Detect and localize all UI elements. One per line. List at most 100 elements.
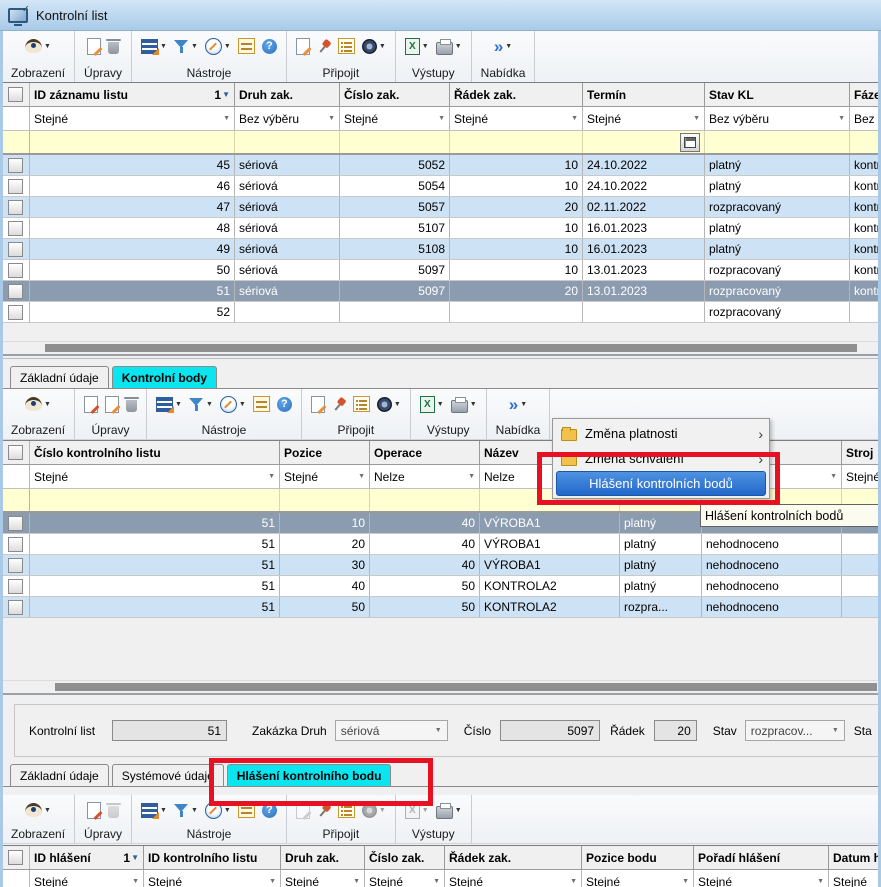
export-excel-button[interactable]: X▼ bbox=[420, 396, 444, 413]
print-button[interactable]: ▼ bbox=[436, 38, 462, 55]
horizontal-scrollbar[interactable] bbox=[2, 680, 879, 693]
tab-hlaseni-kontrolniho-bodu[interactable]: Hlášení kontrolního bodu bbox=[227, 764, 392, 786]
cislo-field[interactable]: 5097 bbox=[500, 720, 600, 741]
column-header[interactable]: ID záznamu listu1▼ bbox=[30, 83, 235, 106]
row-checkbox[interactable] bbox=[2, 218, 30, 238]
filter-dropdown[interactable]: Stejné▼ bbox=[281, 870, 365, 887]
new-record-button[interactable] bbox=[87, 802, 101, 819]
select-all-checkbox[interactable] bbox=[2, 83, 30, 106]
filter-button[interactable]: ▼ bbox=[174, 803, 198, 818]
column-header[interactable]: Pozice bbox=[280, 441, 370, 464]
search-input[interactable] bbox=[340, 131, 450, 153]
search-input[interactable] bbox=[705, 131, 850, 153]
filter-dropdown[interactable]: Bez výběru▼ bbox=[705, 107, 850, 130]
filter-dropdown[interactable]: Stejné▼ bbox=[583, 107, 705, 130]
filter-dropdown[interactable]: Stejné bbox=[842, 465, 879, 488]
table-row[interactable]: 47 sériová 5057 20 02.11.2022 rozpracova… bbox=[2, 197, 879, 218]
table-settings-button[interactable]: ▼ bbox=[156, 397, 182, 412]
search-input[interactable] bbox=[583, 131, 705, 153]
radek-field[interactable]: 20 bbox=[654, 720, 697, 741]
row-checkbox[interactable] bbox=[2, 260, 30, 280]
filter-dropdown[interactable]: Stejné▼ bbox=[365, 870, 445, 887]
pin-button[interactable] bbox=[317, 39, 331, 53]
scrollbar-thumb[interactable] bbox=[45, 344, 857, 352]
table-row[interactable]: 48 sériová 5107 10 16.01.2023 platný kon… bbox=[2, 218, 879, 239]
column-header[interactable]: Druh zak. bbox=[281, 846, 365, 869]
search-input[interactable] bbox=[450, 131, 583, 153]
filter-dropdown[interactable]: Nelze▼ bbox=[370, 465, 480, 488]
column-header[interactable]: Operace bbox=[370, 441, 480, 464]
column-header[interactable]: Fáze bbox=[850, 83, 879, 106]
pin-button[interactable] bbox=[332, 397, 346, 411]
search-input[interactable] bbox=[30, 489, 280, 511]
select-all-checkbox[interactable] bbox=[2, 846, 30, 869]
navigate-button[interactable]: ▼ bbox=[220, 396, 246, 413]
filter-dropdown[interactable]: Stejné▼ bbox=[340, 107, 450, 130]
search-input[interactable] bbox=[235, 131, 340, 153]
edit-record-button[interactable] bbox=[105, 396, 119, 413]
print-button[interactable]: ▼ bbox=[451, 396, 477, 413]
table-settings-button[interactable]: ▼ bbox=[141, 39, 167, 54]
delete-record-button-disabled[interactable] bbox=[108, 803, 119, 818]
filter-dropdown[interactable]: Stejné▼ bbox=[280, 465, 370, 488]
row-checkbox[interactable] bbox=[2, 155, 30, 175]
row-checkbox[interactable] bbox=[2, 576, 30, 596]
column-header[interactable]: Číslo kontrolního listu bbox=[30, 441, 280, 464]
navigate-button[interactable]: ▼ bbox=[205, 802, 231, 819]
column-header[interactable]: Řádek zak. bbox=[445, 846, 582, 869]
zakazka-druh-combo[interactable]: sériová▼ bbox=[335, 720, 448, 741]
row-checkbox[interactable] bbox=[2, 534, 30, 554]
menu-button[interactable]: »▼ bbox=[494, 39, 512, 54]
table-row[interactable]: 51 30 40 VÝROBA1 platný nehodnoceno bbox=[2, 555, 879, 576]
navigate-button[interactable]: ▼ bbox=[205, 38, 231, 55]
help-button[interactable]: ? bbox=[277, 397, 292, 412]
parameters-button[interactable] bbox=[238, 38, 255, 54]
row-checkbox[interactable] bbox=[2, 176, 30, 196]
row-checkbox[interactable] bbox=[2, 239, 30, 259]
view-button[interactable]: ▼ bbox=[25, 39, 51, 53]
filter-dropdown[interactable]: Stejné▼ bbox=[30, 107, 235, 130]
filter-dropdown[interactable]: Bez výběru▼ bbox=[235, 107, 340, 130]
filter-dropdown[interactable]: Stejné▼ bbox=[694, 870, 829, 887]
horizontal-scrollbar[interactable] bbox=[2, 341, 879, 354]
column-header[interactable]: Pozice bodu bbox=[582, 846, 694, 869]
table-row[interactable]: 52 rozpracovaný bbox=[2, 302, 879, 323]
search-input[interactable] bbox=[30, 131, 235, 153]
edit-record-button[interactable] bbox=[87, 38, 101, 55]
calendar-button[interactable] bbox=[680, 133, 700, 152]
attach-note-button[interactable] bbox=[296, 38, 310, 55]
row-checkbox[interactable] bbox=[2, 555, 30, 575]
view-button[interactable]: ▼ bbox=[25, 803, 51, 817]
column-header[interactable]: Stroj bbox=[842, 441, 879, 464]
table-row[interactable]: 50 sériová 5097 10 13.01.2023 rozpracova… bbox=[2, 260, 879, 281]
table-row-selected[interactable]: 51 sériová 5097 20 13.01.2023 rozpracova… bbox=[2, 281, 879, 302]
pin-button[interactable] bbox=[317, 803, 331, 817]
column-header[interactable]: Datum hláš bbox=[829, 846, 879, 869]
column-header[interactable]: Číslo zak. bbox=[365, 846, 445, 869]
media-button[interactable]: ▼ bbox=[362, 39, 386, 54]
tab-systemove-udaje[interactable]: Systémové údaje bbox=[112, 764, 224, 786]
menu-item-hlaseni-kontrolnich-bodu[interactable]: Hlášení kontrolních bodů bbox=[556, 471, 766, 496]
table-row[interactable]: 45 sériová 5052 10 24.10.2022 platný kon… bbox=[2, 155, 879, 176]
filter-dropdown[interactable]: Stejné▼ bbox=[144, 870, 281, 887]
attach-note-button[interactable] bbox=[311, 396, 325, 413]
filter-dropdown[interactable]: Stejné bbox=[829, 870, 879, 887]
checklist-button[interactable] bbox=[353, 396, 370, 412]
table-row[interactable]: 51 40 50 KONTROLA2 platný nehodnoceno bbox=[2, 576, 879, 597]
table-row[interactable]: 46 sériová 5054 10 24.10.2022 platný kon… bbox=[2, 176, 879, 197]
menu-item-zmena-schvaleni[interactable]: Změna schválení › bbox=[553, 446, 769, 471]
help-button[interactable]: ? bbox=[262, 39, 277, 54]
menu-button-open[interactable]: »▼ bbox=[509, 397, 527, 412]
column-header[interactable]: Stav KL bbox=[705, 83, 850, 106]
parameters-button[interactable] bbox=[253, 396, 270, 412]
table-settings-button[interactable]: ▼ bbox=[141, 803, 167, 818]
search-input[interactable] bbox=[850, 131, 879, 153]
media-button-disabled[interactable]: ▼ bbox=[362, 803, 386, 818]
menu-item-zmena-platnosti[interactable]: Změna platnosti › bbox=[553, 421, 769, 446]
filter-button[interactable]: ▼ bbox=[189, 397, 213, 412]
table-row[interactable]: 49 sériová 5108 10 16.01.2023 platný kon… bbox=[2, 239, 879, 260]
tab-zakladni-udaje[interactable]: Základní údaje bbox=[10, 366, 109, 388]
filter-dropdown[interactable]: Stejné▼ bbox=[445, 870, 582, 887]
table-row[interactable]: 51 50 50 KONTROLA2 rozpra... nehodnoceno bbox=[2, 597, 879, 618]
new-record-button[interactable] bbox=[84, 396, 98, 413]
